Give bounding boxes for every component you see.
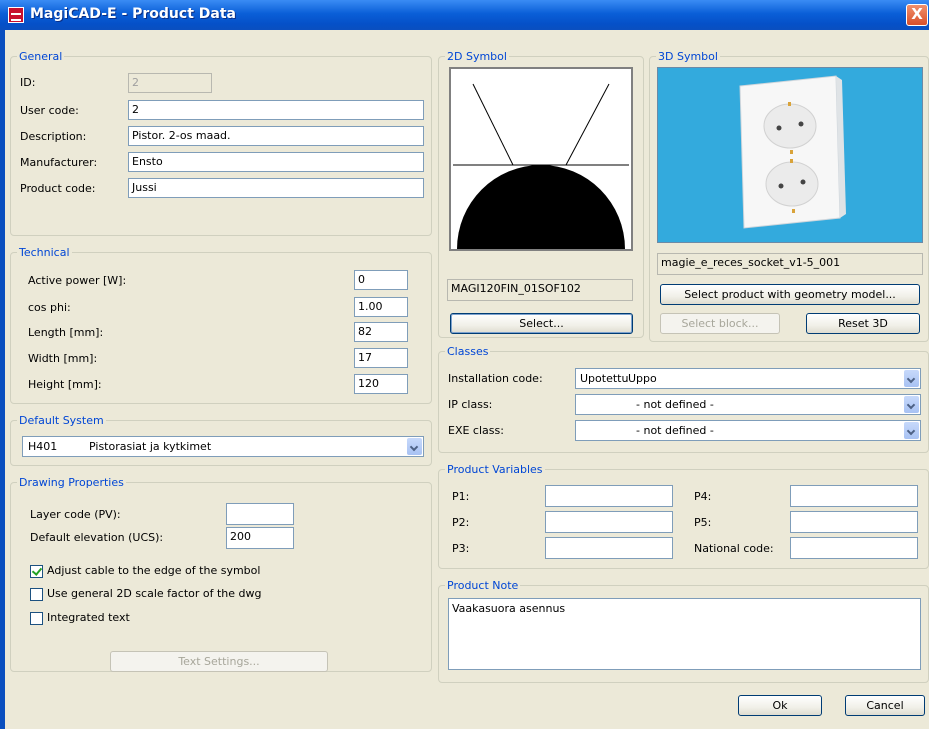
installation-code-select[interactable]: Upotettu Uppo: [575, 368, 921, 389]
p5-field[interactable]: [790, 511, 918, 533]
exe-class-label: EXE class:: [448, 424, 504, 437]
socket-3d-model-icon: [739, 75, 846, 229]
symbol-3d-name-field: magie_e_reces_socket_v1-5_001: [657, 253, 923, 275]
product-note-legend: Product Note: [447, 579, 519, 592]
chevron-down-icon[interactable]: [904, 370, 919, 387]
symbol-2d-legend: 2D Symbol: [447, 50, 507, 63]
p2-field[interactable]: [545, 511, 673, 533]
p3-label: P3:: [452, 542, 470, 555]
window-frame-edge: [0, 30, 5, 729]
default-system-select[interactable]: H401 Pistorasiat ja kytkimet: [22, 436, 424, 457]
id-label: ID:: [20, 76, 36, 89]
installation-code-label: Installation code:: [448, 372, 543, 385]
ok-button[interactable]: Ok: [738, 695, 822, 716]
chevron-down-icon[interactable]: [407, 438, 422, 455]
height-label: Height [mm]:: [28, 378, 102, 391]
cancel-button[interactable]: Cancel: [845, 695, 925, 716]
default-elevation-label: Default elevation (UCS):: [30, 531, 164, 544]
window-title: MagiCAD-E - Product Data: [30, 6, 236, 22]
width-field[interactable]: 17: [354, 348, 408, 368]
exe-class-select[interactable]: - not defined -: [575, 420, 921, 441]
select-geometry-model-button[interactable]: Select product with geometry model...: [660, 284, 920, 305]
product-data-dialog: MagiCAD-E - Product Data X General ID: 2…: [0, 0, 929, 729]
width-label: Width [mm]:: [28, 352, 98, 365]
p1-label: P1:: [452, 490, 470, 503]
close-button[interactable]: X: [906, 4, 928, 26]
default-system-name: Pistorasiat ja kytkimet: [89, 440, 212, 453]
integrated-text-label: Integrated text: [47, 611, 130, 624]
p1-field[interactable]: [545, 485, 673, 507]
symbol-3d-legend: 3D Symbol: [658, 50, 718, 63]
general-legend: General: [19, 50, 63, 63]
cos-phi-label: cos phi:: [28, 301, 71, 314]
layer-code-field[interactable]: [226, 503, 294, 525]
length-field[interactable]: 82: [354, 322, 408, 342]
classes-legend: Classes: [447, 345, 489, 358]
socket-2d-symbol-icon: [453, 83, 629, 249]
text-settings-button[interactable]: Text Settings...: [110, 651, 328, 672]
reset-3d-button[interactable]: Reset 3D: [806, 313, 920, 334]
product-code-label: Product code:: [20, 182, 96, 195]
ip-class-label: IP class:: [448, 398, 493, 411]
layer-code-label: Layer code (PV):: [30, 508, 121, 521]
drawing-properties-legend: Drawing Properties: [19, 476, 124, 489]
p3-field[interactable]: [545, 537, 673, 559]
default-system-legend: Default System: [19, 414, 104, 427]
user-code-label: User code:: [20, 104, 79, 117]
chevron-down-icon[interactable]: [904, 396, 919, 413]
p2-label: P2:: [452, 516, 470, 529]
manufacturer-field[interactable]: Ensto: [128, 152, 424, 172]
p4-label: P4:: [694, 490, 712, 503]
title-bar[interactable]: MagiCAD-E - Product Data X: [0, 0, 929, 30]
manufacturer-label: Manufacturer:: [20, 156, 98, 169]
national-code-label: National code:: [694, 542, 774, 555]
height-field[interactable]: 120: [354, 374, 408, 394]
ip-class-select[interactable]: - not defined -: [575, 394, 921, 415]
description-label: Description:: [20, 130, 87, 143]
cos-phi-field[interactable]: 1.00: [354, 297, 408, 317]
user-code-field[interactable]: 2: [128, 100, 424, 120]
symbol-2d-preview: [449, 67, 633, 251]
symbol-2d-name-field: MAGI120FIN_01SOF102: [447, 279, 633, 301]
active-power-field[interactable]: 0: [354, 270, 408, 290]
p4-field[interactable]: [790, 485, 918, 507]
technical-legend: Technical: [19, 246, 70, 259]
installation-code-code: Upotettu: [580, 372, 629, 385]
symbol-3d-preview: [657, 67, 923, 243]
active-power-label: Active power [W]:: [28, 274, 127, 287]
default-elevation-field[interactable]: 200: [226, 527, 294, 549]
installation-code-value: Uppo: [628, 372, 657, 385]
general-scale-label: Use general 2D scale factor of the dwg: [47, 587, 262, 600]
length-label: Length [mm]:: [28, 326, 104, 339]
chevron-down-icon[interactable]: [904, 422, 919, 439]
magicad-app-icon: [8, 7, 24, 23]
integrated-text-checkbox[interactable]: [30, 612, 43, 625]
select-block-button[interactable]: Select block...: [660, 313, 780, 334]
id-field: 2: [128, 73, 212, 93]
product-variables-legend: Product Variables: [447, 463, 543, 476]
national-code-field[interactable]: [790, 537, 918, 559]
p5-label: P5:: [694, 516, 712, 529]
exe-class-value: - not defined -: [636, 424, 714, 437]
adjust-cable-label: Adjust cable to the edge of the symbol: [47, 564, 261, 577]
select-2d-symbol-button[interactable]: Select...: [450, 313, 633, 334]
description-field[interactable]: Pistor. 2-os maad.: [128, 126, 424, 146]
ip-class-value: - not defined -: [636, 398, 714, 411]
adjust-cable-checkbox[interactable]: [30, 565, 43, 578]
default-system-code: H401: [28, 440, 58, 453]
product-note-field[interactable]: Vaakasuora asennus: [448, 598, 921, 670]
product-code-field[interactable]: Jussi: [128, 178, 424, 198]
general-scale-checkbox[interactable]: [30, 588, 43, 601]
